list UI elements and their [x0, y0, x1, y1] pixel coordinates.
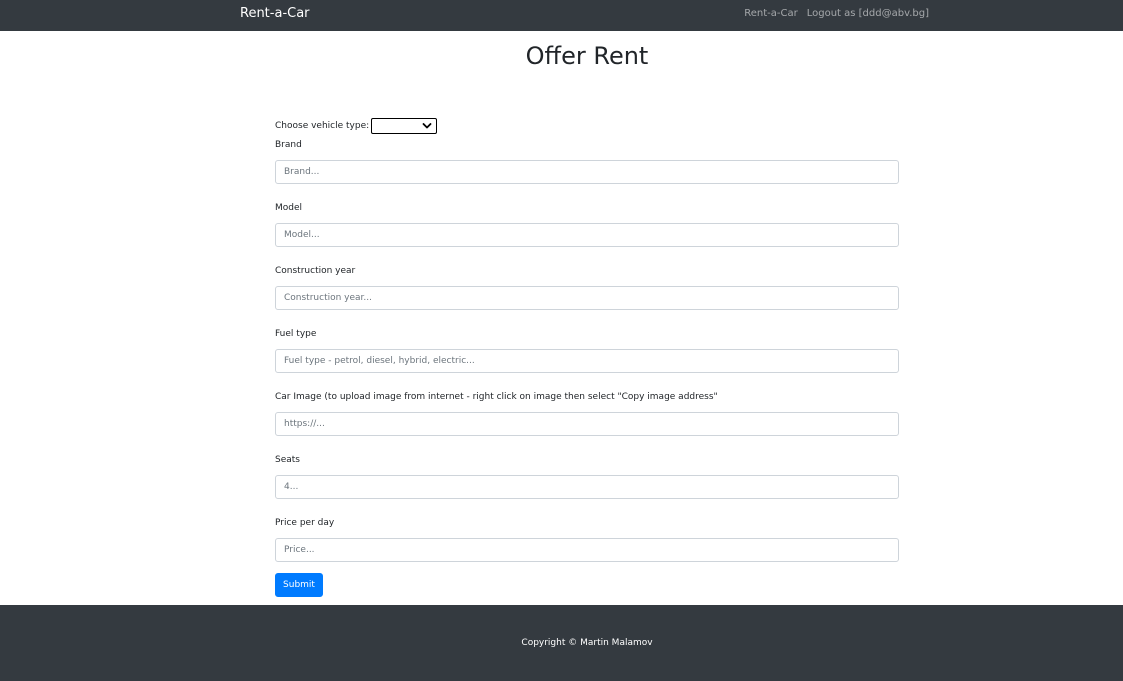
navbar: Rent-a-Car Rent-a-Car Logout as [ddd@abv… — [0, 0, 1123, 31]
model-label: Model — [275, 203, 303, 213]
offer-rent-form: Choose vehicle type: Brand Model Constru… — [275, 118, 899, 597]
nav-link-home[interactable]: Rent-a-Car — [744, 8, 797, 20]
nav-links: Rent-a-Car Logout as [ddd@abv.bg] — [744, 8, 929, 20]
vehicle-type-row: Choose vehicle type: — [275, 118, 899, 134]
vehicle-type-select[interactable] — [371, 118, 438, 134]
vehicle-type-label: Choose vehicle type: — [275, 121, 370, 131]
price-per-day-label: Price per day — [275, 518, 335, 528]
brand-label: Brand — [275, 140, 302, 150]
footer: Copyright © Martin Malamov — [0, 605, 1123, 681]
price-per-day-input[interactable] — [275, 538, 899, 562]
copyright-text: Copyright © Martin Malamov — [521, 638, 653, 648]
nav-link-logout[interactable]: Logout as [ddd@abv.bg] — [807, 8, 929, 20]
brand-link[interactable]: Rent-a-Car — [240, 6, 310, 22]
brand-input[interactable] — [275, 160, 899, 184]
model-input[interactable] — [275, 223, 899, 247]
submit-button[interactable]: Submit — [275, 573, 323, 597]
car-image-label: Car Image (to upload image from internet… — [275, 392, 718, 402]
fuel-type-input[interactable] — [275, 349, 899, 373]
chevron-down-icon — [422, 123, 432, 129]
page-title: Offer Rent — [525, 42, 649, 70]
construction-year-input[interactable] — [275, 286, 899, 310]
fuel-type-label: Fuel type — [275, 329, 317, 339]
seats-label: Seats — [275, 455, 300, 465]
seats-input[interactable] — [275, 475, 899, 499]
construction-year-label: Construction year — [275, 266, 356, 276]
car-image-input[interactable] — [275, 412, 899, 436]
